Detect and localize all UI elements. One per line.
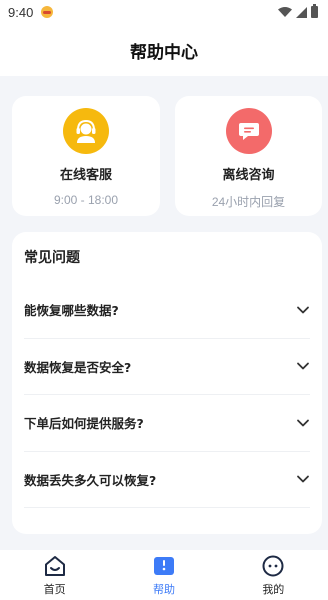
offline-consult-card[interactable]: 离线咨询 24小时内回复 bbox=[175, 96, 322, 216]
tab-home[interactable]: 首页 bbox=[0, 550, 109, 600]
status-right bbox=[278, 4, 318, 18]
faq-question: 数据恢复是否安全? bbox=[24, 359, 132, 375]
faq-item[interactable]: 数据丢失多久可以恢复? bbox=[24, 452, 310, 508]
faq-item[interactable]: 数据恢复是否安全? bbox=[24, 339, 310, 395]
app-notification-icon bbox=[41, 6, 54, 18]
title-bar: 帮助中心 bbox=[0, 24, 328, 76]
bottom-tab-bar: 首页 帮助 我的 bbox=[0, 550, 328, 600]
faq-card: 常见问题 能恢复哪些数据? 数据恢复是否安全? 下单后如何提供服务? 数据丢失多… bbox=[12, 232, 322, 534]
signal-icon bbox=[296, 6, 307, 18]
faq-heading: 常见问题 bbox=[24, 250, 80, 266]
tab-mine-label: 我的 bbox=[262, 582, 285, 596]
chevron-down-icon bbox=[297, 419, 309, 427]
offline-consult-reply-time: 24小时内回复 bbox=[211, 195, 286, 209]
wifi-icon bbox=[278, 7, 292, 17]
battery-icon bbox=[311, 4, 318, 18]
help-book-icon bbox=[153, 556, 174, 575]
tab-help-label: 帮助 bbox=[152, 582, 175, 596]
faq-question: 数据丢失多久可以恢复? bbox=[24, 472, 157, 488]
offline-consult-title: 离线咨询 bbox=[222, 168, 275, 183]
tab-home-label: 首页 bbox=[43, 582, 66, 596]
status-bar: 9:40 bbox=[0, 0, 328, 24]
page-title: 帮助中心 bbox=[130, 42, 198, 63]
chevron-down-icon bbox=[297, 475, 309, 483]
status-left: 9:40 bbox=[8, 4, 54, 20]
faq-question: 下单后如何提供服务? bbox=[24, 416, 144, 432]
faq-item[interactable]: 能恢复哪些数据? bbox=[24, 282, 310, 339]
profile-face-icon bbox=[262, 555, 284, 576]
faq-question: 能恢复哪些数据? bbox=[24, 303, 119, 319]
online-service-card[interactable]: 在线客服 9:00 - 18:00 bbox=[12, 96, 160, 216]
home-icon bbox=[44, 555, 65, 576]
tab-help[interactable]: 帮助 bbox=[109, 550, 218, 600]
chat-bubble-icon bbox=[225, 108, 272, 154]
headset-agent-icon bbox=[63, 108, 109, 154]
online-service-hours: 9:00 - 18:00 bbox=[53, 193, 119, 207]
faq-item[interactable]: 下单后如何提供服务? bbox=[24, 395, 310, 452]
tab-mine[interactable]: 我的 bbox=[219, 550, 328, 600]
online-service-title: 在线客服 bbox=[59, 168, 112, 183]
chevron-down-icon bbox=[297, 362, 309, 370]
status-time: 9:40 bbox=[8, 4, 34, 20]
chevron-down-icon bbox=[297, 306, 309, 314]
